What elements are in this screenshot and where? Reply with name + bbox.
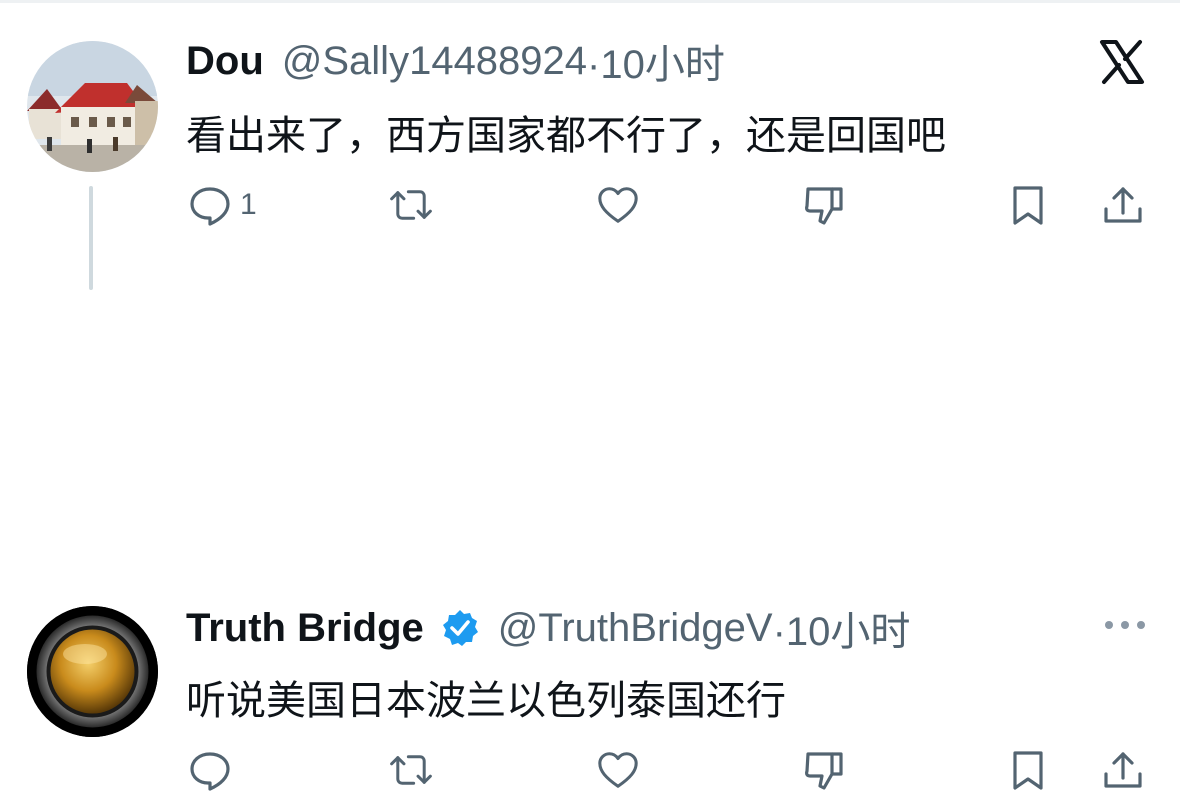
retweet-icon [390,190,432,220]
tweet-header: Truth Bridge @TruthBridgeV ·10小时 [186,603,910,655]
tweet-actions: 1 [0,180,1180,230]
bookmark-button[interactable] [1006,745,1050,795]
reply-count: 1 [240,188,257,221]
verified-badge-icon [442,610,478,646]
tweet-text: 听说美国日本波兰以色列泰国还行 [186,678,786,724]
tweet-text: 看出来了，西方国家都不行了，还是回国吧 [186,113,946,159]
display-name[interactable]: Truth Bridge [186,606,424,651]
reply-icon [190,187,230,226]
dislike-button[interactable] [802,745,846,795]
share-button[interactable] [1101,180,1145,230]
reply-button[interactable] [188,745,240,795]
retweet-icon [390,755,432,785]
dislike-button[interactable] [802,180,846,230]
timestamp[interactable]: ·10小时 [587,32,725,90]
user-handle[interactable]: @TruthBridgeV [498,606,773,651]
share-button[interactable] [1101,745,1145,795]
heart-icon [598,187,638,223]
avatar[interactable] [27,606,158,737]
share-icon [1104,752,1142,788]
retweet-button[interactable] [389,180,433,230]
tweet-header: Dou @Sally14488924 ·10小时 [186,36,725,88]
x-logo-icon [1100,40,1144,84]
thumbs-down-icon [805,187,843,225]
tweet[interactable]: Dou @Sally14488924 ·10小时 看出来了，西方国家都不行了，还… [0,0,1180,290]
bookmark-icon [1013,186,1043,225]
display-name[interactable]: Dou [186,39,264,84]
bookmark-button[interactable] [1006,180,1050,230]
tweet-actions [0,745,1180,795]
thumbs-down-icon [805,752,843,790]
heart-icon [598,752,638,788]
tweet[interactable]: Truth Bridge @TruthBridgeV ·10小时 听说美国日本波… [0,300,1180,791]
timestamp[interactable]: ·10小时 [773,599,911,657]
like-button[interactable] [596,745,640,795]
more-options-icon[interactable] [1102,618,1148,632]
reply-button[interactable]: 1 [188,180,257,230]
reply-icon [190,752,230,791]
avatar[interactable] [27,41,158,172]
user-handle[interactable]: @Sally14488924 [282,39,587,84]
retweet-button[interactable] [389,745,433,795]
like-button[interactable] [596,180,640,230]
bookmark-icon [1013,751,1043,790]
share-icon [1104,187,1142,223]
